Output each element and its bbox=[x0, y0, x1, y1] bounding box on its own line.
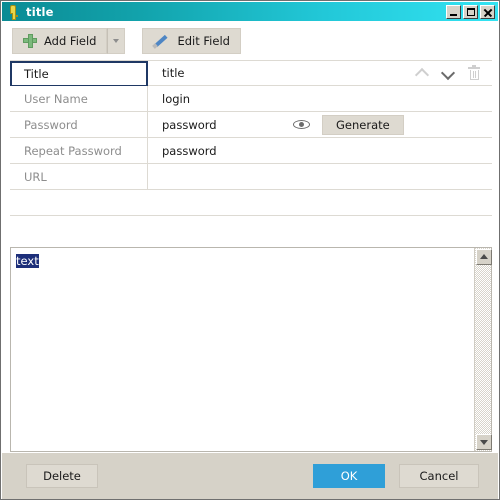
close-button[interactable] bbox=[480, 4, 495, 19]
field-value-text: login bbox=[162, 91, 191, 106]
field-label-password[interactable]: Password bbox=[10, 112, 148, 137]
field-table: Title title User Name login Password pas… bbox=[10, 60, 492, 216]
notes-panel: text bbox=[10, 247, 492, 452]
empty-label-cell bbox=[10, 190, 148, 215]
move-up-icon[interactable] bbox=[416, 67, 429, 80]
table-row[interactable]: Password password Generate bbox=[10, 112, 492, 138]
add-field-group: Add Field bbox=[12, 27, 126, 54]
move-down-icon[interactable] bbox=[442, 67, 455, 80]
notes-selected-text: text bbox=[16, 254, 39, 268]
field-label-repeat-password[interactable]: Repeat Password bbox=[10, 138, 148, 163]
password-controls: Generate bbox=[293, 112, 404, 137]
scroll-up-button[interactable] bbox=[476, 249, 492, 265]
field-value-password[interactable]: password Generate bbox=[148, 112, 492, 137]
field-value-text: title bbox=[162, 66, 185, 80]
delete-button[interactable]: Delete bbox=[26, 464, 98, 488]
window-titlebar: title bbox=[2, 2, 498, 21]
edit-field-label: Edit Field bbox=[177, 33, 230, 48]
table-row[interactable]: User Name login bbox=[10, 86, 492, 112]
password-entry-dialog: title Add Field Edit Field Title title U… bbox=[0, 0, 500, 500]
edit-field-button[interactable]: Edit Field bbox=[142, 27, 241, 54]
cancel-button[interactable]: Cancel bbox=[399, 464, 479, 488]
chevron-down-icon bbox=[113, 38, 120, 43]
generate-password-button[interactable]: Generate bbox=[322, 114, 404, 135]
field-label-url[interactable]: URL bbox=[10, 164, 148, 189]
window-title: title bbox=[26, 4, 54, 19]
window-controls bbox=[446, 4, 495, 19]
field-value-repeat-password[interactable]: password bbox=[148, 138, 492, 163]
field-value-url[interactable] bbox=[148, 164, 492, 189]
notes-scrollbar[interactable] bbox=[474, 248, 492, 451]
field-value-text: password bbox=[162, 117, 217, 132]
field-value-title[interactable]: title bbox=[148, 61, 492, 85]
ok-button[interactable]: OK bbox=[313, 464, 385, 488]
table-row[interactable]: URL bbox=[10, 164, 492, 190]
add-field-label: Add Field bbox=[44, 33, 97, 48]
field-value-text: password bbox=[162, 143, 217, 158]
delete-field-icon[interactable] bbox=[468, 65, 480, 80]
toolbar: Add Field Edit Field bbox=[2, 21, 498, 60]
scroll-down-button[interactable] bbox=[476, 434, 492, 450]
eye-icon[interactable] bbox=[293, 119, 310, 130]
table-row-empty bbox=[10, 190, 492, 216]
field-label-title[interactable]: Title bbox=[10, 61, 148, 87]
maximize-button[interactable] bbox=[463, 4, 478, 19]
pencil-icon bbox=[153, 33, 168, 48]
plus-icon bbox=[23, 33, 37, 48]
notes-textarea[interactable]: text bbox=[11, 248, 474, 451]
field-label-user-name[interactable]: User Name bbox=[10, 86, 148, 111]
empty-value-cell bbox=[148, 190, 492, 215]
row-actions bbox=[416, 61, 480, 85]
table-row[interactable]: Title title bbox=[10, 60, 492, 87]
field-value-user-name[interactable]: login bbox=[148, 86, 492, 111]
minimize-button[interactable] bbox=[446, 4, 461, 19]
dialog-footer: Delete OK Cancel bbox=[2, 453, 498, 499]
add-field-dropdown-button[interactable] bbox=[107, 27, 126, 54]
add-field-button[interactable]: Add Field bbox=[12, 27, 108, 54]
key-icon bbox=[4, 3, 22, 21]
table-row[interactable]: Repeat Password password bbox=[10, 138, 492, 164]
